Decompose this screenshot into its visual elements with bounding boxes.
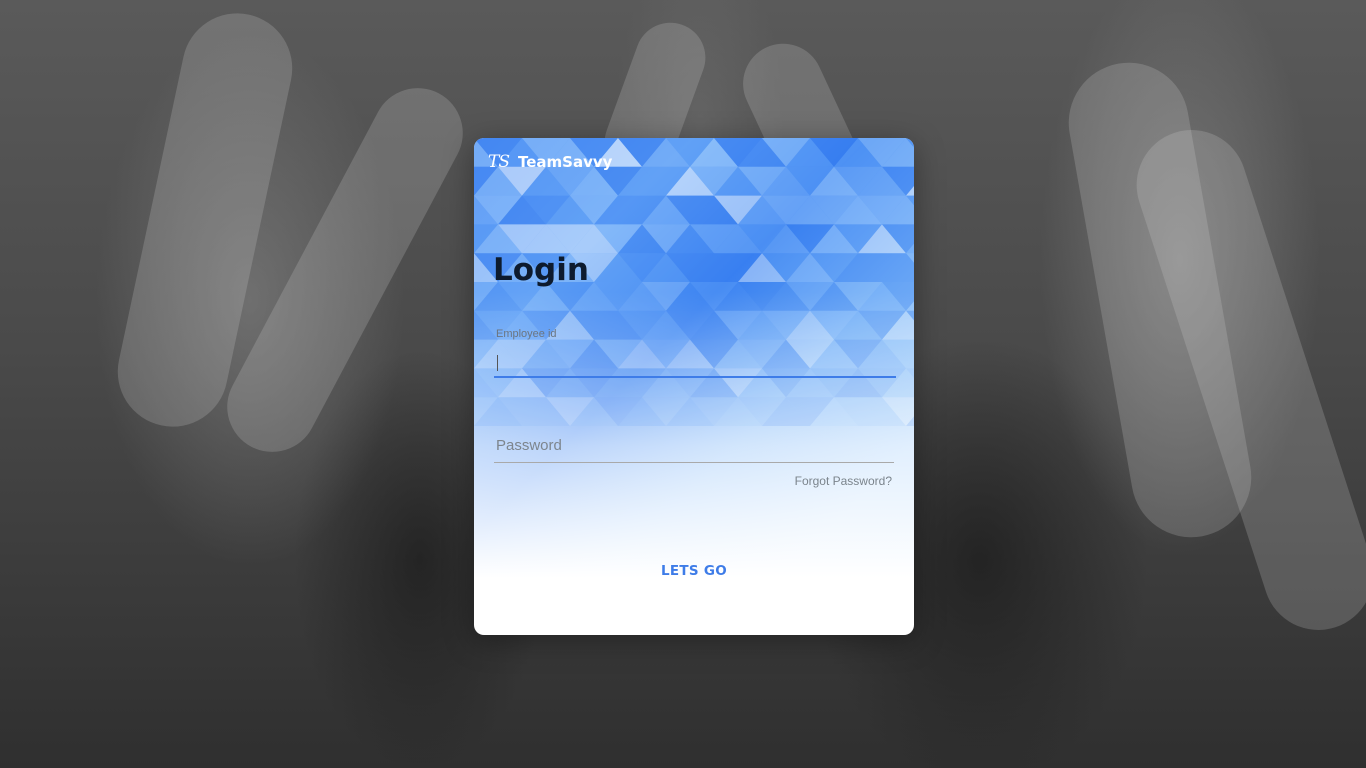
password-underline xyxy=(494,462,894,463)
login-card: TS TeamSavvy Login Employee id Forgot Pa… xyxy=(474,138,914,635)
employee-id-label: Employee id xyxy=(496,328,557,340)
password-field-group xyxy=(494,428,894,463)
brand: TS TeamSavvy xyxy=(488,152,612,172)
brand-name: TeamSavvy xyxy=(518,153,613,171)
text-caret xyxy=(497,355,498,371)
forgot-password-link[interactable]: Forgot Password? xyxy=(795,474,892,488)
submit-button[interactable]: LETS GO xyxy=(644,556,744,586)
employee-id-underline xyxy=(494,376,896,378)
password-input[interactable] xyxy=(494,428,894,462)
employee-id-input[interactable] xyxy=(494,346,894,376)
employee-id-field-group: Employee id xyxy=(494,328,896,378)
page-title: Login xyxy=(493,252,589,288)
ts-logo-icon: TS xyxy=(488,152,510,172)
